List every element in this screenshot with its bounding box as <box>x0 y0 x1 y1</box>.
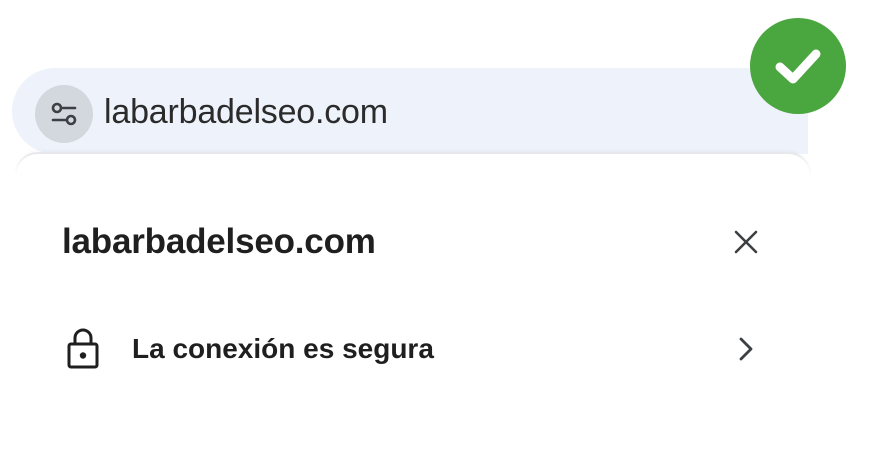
address-bar[interactable]: labarbadelseo.com <box>12 68 808 154</box>
site-settings-button[interactable] <box>35 85 93 143</box>
connection-status-label: La conexión es segura <box>132 333 434 364</box>
tune-icon <box>51 102 77 126</box>
connection-security-row[interactable]: La conexión es segura <box>58 320 778 380</box>
lock-icon <box>67 328 99 369</box>
browser-site-info-screenshot: labarbadelseo.com labarbadelseo.com La c… <box>0 0 871 458</box>
check-icon <box>775 49 821 84</box>
chevron-right-icon <box>739 337 753 361</box>
url-text[interactable]: labarbadelseo.com <box>104 90 388 134</box>
close-button[interactable] <box>726 222 766 262</box>
check-badge <box>750 18 846 114</box>
popup-title: labarbadelseo.com <box>62 222 376 261</box>
close-icon <box>734 230 758 254</box>
site-info-popup-edge <box>16 152 810 174</box>
